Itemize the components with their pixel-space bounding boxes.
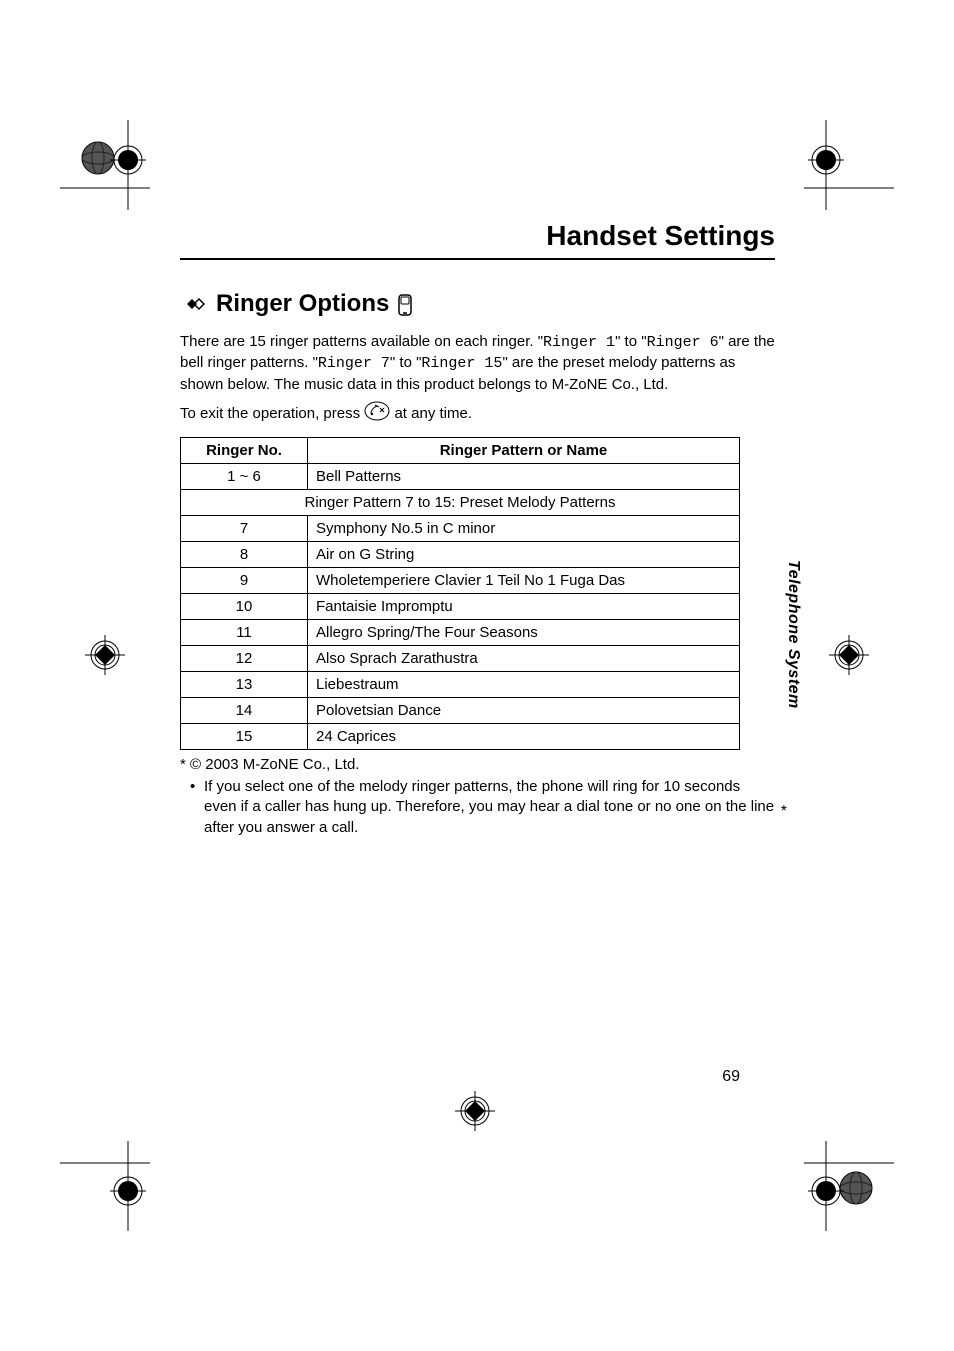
cell-ringer-no: 14 [181,698,308,724]
intro-text-1: There are 15 ringer patterns available o… [180,333,543,350]
cell-ringer-no: 7 [181,516,308,542]
table-asterisk: * [781,803,787,821]
cell-ringer-name: 24 Caprices [308,724,740,750]
section-heading: Ringer Options [180,290,775,318]
cell-ringer-no: 10 [181,594,308,620]
copyright-footnote: * © 2003 M-ZoNE Co., Ltd. [180,756,775,773]
cell-ringer-name: Also Sprach Zarathustra [308,646,740,672]
cell-ringer-no: 9 [181,568,308,594]
section-title-text: Ringer Options [216,290,389,318]
cell-ringer-name: Bell Patterns [308,464,740,490]
print-regmark-bottom-center [430,1086,520,1176]
print-regmark-mid-right [804,630,894,720]
table-row: 1 ~ 6 Bell Patterns [181,464,740,490]
section-tab-label: Telephone System [778,560,802,750]
cell-ringer-no: 12 [181,646,308,672]
cell-ringer-no: 11 [181,620,308,646]
page-content: Handset Settings Ringer Options There ar… [180,220,775,838]
intro-mono-3: Ringer 7 [318,355,390,372]
table-row: 12Also Sprach Zarathustra [181,646,740,672]
table-row: 13Liebestraum [181,672,740,698]
print-regmark-top-right [804,120,894,210]
table-row: 8Air on G String [181,542,740,568]
print-regmark-bottom-left [60,1141,150,1231]
cell-ringer-name: Liebestraum [308,672,740,698]
cell-ringer-name: Allegro Spring/The Four Seasons [308,620,740,646]
print-regmark-bottom-right [804,1141,894,1231]
exit-instruction: To exit the operation, press at any time… [180,401,775,427]
cell-ringer-no: 1 ~ 6 [181,464,308,490]
header-title: Handset Settings [546,220,775,251]
cell-ringer-no: 13 [181,672,308,698]
exit-text-after: at any time. [394,405,472,422]
cell-ringer-name: Fantaisie Impromptu [308,594,740,620]
intro-mono-4: Ringer 15 [421,355,502,372]
intro-text-2: " to " [615,333,647,350]
intro-mono-2: Ringer 6 [647,334,719,351]
cell-ringer-name: Symphony No.5 in C minor [308,516,740,542]
diamond-bullet-icon [180,295,208,313]
page-number: 69 [180,1068,740,1086]
print-regmark-top-left [60,120,150,210]
print-regmark-mid-left [60,630,150,720]
table-row: 9Wholetemperiere Clavier 1 Teil No 1 Fug… [181,568,740,594]
col-header-no: Ringer No. [181,438,308,464]
handset-icon [397,290,413,318]
table-header-row: Ringer No. Ringer Pattern or Name [181,438,740,464]
ringer-table: Ringer No. Ringer Pattern or Name 1 ~ 6 … [180,437,740,750]
intro-text-4: " to " [390,354,422,371]
table-row: 1524 Caprices [181,724,740,750]
col-header-name: Ringer Pattern or Name [308,438,740,464]
cell-ringer-no: 8 [181,542,308,568]
off-button-icon [364,401,390,427]
usage-note: If you select one of the melody ringer p… [180,777,775,838]
cell-ringer-no: 15 [181,724,308,750]
table-row: 11Allegro Spring/The Four Seasons [181,620,740,646]
cell-ringer-name: Polovetsian Dance [308,698,740,724]
cell-span: Ringer Pattern 7 to 15: Preset Melody Pa… [181,490,740,516]
exit-text-before: To exit the operation, press [180,405,364,422]
table-row: 7Symphony No.5 in C minor [181,516,740,542]
table-row: 14Polovetsian Dance [181,698,740,724]
table-row: 10Fantaisie Impromptu [181,594,740,620]
page-header: Handset Settings [180,220,775,260]
cell-ringer-name: Wholetemperiere Clavier 1 Teil No 1 Fuga… [308,568,740,594]
cell-ringer-name: Air on G String [308,542,740,568]
intro-paragraph: There are 15 ringer patterns available o… [180,332,775,395]
ringer-table-wrapper: Ringer No. Ringer Pattern or Name 1 ~ 6 … [180,437,775,750]
intro-mono-1: Ringer 1 [543,334,615,351]
table-span-row: Ringer Pattern 7 to 15: Preset Melody Pa… [181,490,740,516]
